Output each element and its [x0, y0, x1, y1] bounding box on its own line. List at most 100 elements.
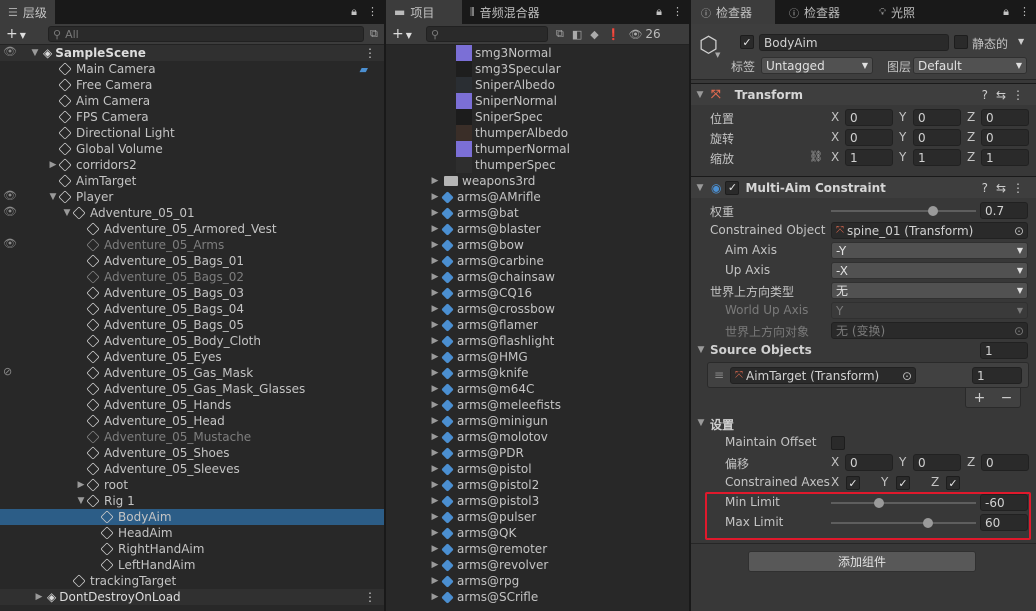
hierarchy-item[interactable]: Free Camera [0, 77, 384, 93]
add-dropdown-button[interactable]: + ▼ [6, 26, 34, 42]
constrain-proportions-link-icon[interactable]: ⛓︎ [809, 150, 823, 163]
chevron-down-icon[interactable]: ▼ [30, 48, 40, 58]
hierarchy-item[interactable]: RightHandAim [0, 541, 384, 557]
offset-z-field[interactable]: 0 [981, 454, 1029, 471]
project-model-item[interactable]: ▶ arms@pistol3 [386, 493, 689, 509]
tab-lighting[interactable]: 💡︎ 光照 [865, 0, 923, 24]
label-filter-icon[interactable]: ◆ [590, 28, 598, 41]
remove-item-button[interactable]: − [1001, 390, 1013, 406]
min-limit-slider-track[interactable] [831, 502, 976, 504]
search-by-type-icon[interactable]: ⧉ [556, 27, 564, 41]
hierarchy-item[interactable]: Adventure_05_Bags_04 [0, 301, 384, 317]
chevron-right-icon[interactable]: ▶ [430, 192, 440, 202]
presets-icon[interactable]: ⇆ [996, 181, 1006, 195]
project-model-item[interactable]: ▶ arms@meleefists [386, 397, 689, 413]
scene-menu-icon[interactable]: ⋮ [364, 46, 376, 60]
hierarchy-item[interactable]: Adventure_05_Bags_05 [0, 317, 384, 333]
help-icon[interactable]: ? [982, 181, 988, 195]
object-picker-icon[interactable]: ⊙ [1014, 224, 1024, 238]
chevron-right-icon[interactable]: ▶ [430, 224, 440, 234]
source-object-field[interactable]: ⤧ AimTarget (Transform) ⊙ [730, 367, 916, 384]
tab-inspector-2[interactable]: ⓘ 检查器 [775, 0, 865, 24]
min-limit-field[interactable]: -60 [980, 494, 1028, 511]
chevron-right-icon[interactable]: ▶ [430, 480, 440, 490]
project-folder-item[interactable]: ▶ weapons3rd [386, 173, 689, 189]
chevron-down-icon[interactable]: ▼ [62, 208, 72, 218]
project-model-item[interactable]: ▶ arms@HMG [386, 349, 689, 365]
chevron-down-icon[interactable]: ▼ [695, 183, 705, 193]
maintain-offset-checkbox[interactable] [831, 436, 845, 450]
max-limit-field[interactable]: 60 [980, 514, 1028, 531]
project-model-item[interactable]: ▶ arms@bow [386, 237, 689, 253]
active-checkbox[interactable]: ✓ [740, 35, 754, 49]
chevron-right-icon[interactable]: ▶ [430, 256, 440, 266]
transform-scale-y-field[interactable]: 1 [913, 149, 961, 166]
chevron-right-icon[interactable]: ▶ [76, 480, 86, 490]
max-limit-slider-track[interactable] [831, 522, 976, 524]
project-model-item[interactable]: ▶ arms@QK [386, 525, 689, 541]
hierarchy-item[interactable]: Global Volume [0, 141, 384, 157]
project-model-item[interactable]: ▶ arms@pistol [386, 461, 689, 477]
project-model-item[interactable]: ▶ arms@pulser [386, 509, 689, 525]
chevron-right-icon[interactable]: ▶ [430, 336, 440, 346]
chevron-down-icon[interactable]: ▼ [696, 345, 706, 355]
project-model-item[interactable]: ▶ arms@rpg [386, 573, 689, 589]
chevron-right-icon[interactable]: ▶ [430, 368, 440, 378]
visibility-eye-icon[interactable]: 👁︎ [3, 205, 19, 221]
project-model-item[interactable]: ▶ arms@m64C [386, 381, 689, 397]
hierarchy-item[interactable]: 👁︎ Adventure_05_Arms [0, 237, 384, 253]
object-picker-icon[interactable]: ⊙ [902, 369, 912, 383]
scene-row[interactable]: 👁︎ ▼ ◈ SampleScene ⋮ [0, 45, 384, 61]
tag-dropdown[interactable]: Untagged ▼ [761, 57, 873, 74]
chevron-right-icon[interactable]: ▶ [430, 464, 440, 474]
project-model-item[interactable]: ▶ arms@AMrifle [386, 189, 689, 205]
hierarchy-item[interactable]: ⊘ Adventure_05_Gas_Mask [0, 365, 384, 381]
hierarchy-item[interactable]: ▼ Rig 1 [0, 493, 384, 509]
hierarchy-item[interactable]: BodyAim [0, 509, 384, 525]
project-model-item[interactable]: ▶ arms@PDR [386, 445, 689, 461]
multi-aim-header[interactable]: ▼ ◉ ✓ Multi-Aim Constraint ? ⇆ ⋮ [691, 176, 1036, 198]
project-model-item[interactable]: ▶ arms@chainsaw [386, 269, 689, 285]
chevron-right-icon[interactable]: ▶ [430, 432, 440, 442]
source-count-field[interactable]: 1 [980, 342, 1028, 359]
more-menu-icon[interactable]: ⋮ [367, 5, 378, 19]
more-menu-icon[interactable]: ⋮ [1019, 5, 1030, 19]
info-icon[interactable]: ❗ [607, 28, 621, 41]
constrained-object-field[interactable]: ⤧ spine_01 (Transform) ⊙ [831, 222, 1028, 239]
chevron-right-icon[interactable]: ▶ [430, 240, 440, 250]
hierarchy-item[interactable]: HeadAim [0, 525, 384, 541]
hierarchy-item[interactable]: Adventure_05_Mustache [0, 429, 384, 445]
more-menu-icon[interactable]: ⋮ [672, 5, 683, 19]
project-model-item[interactable]: ▶ arms@remoter [386, 541, 689, 557]
visibility-eye-icon[interactable]: 👁︎ [3, 45, 19, 61]
presets-icon[interactable]: ⇆ [996, 88, 1006, 102]
project-texture-item[interactable]: smg3Specular [386, 61, 689, 77]
tab-project[interactable]: ▬ 项目 [386, 0, 462, 24]
chevron-right-icon[interactable]: ▶ [430, 528, 440, 538]
project-texture-item[interactable]: smg3Normal [386, 45, 689, 61]
hierarchy-item[interactable]: LeftHandAim [0, 557, 384, 573]
project-model-item[interactable]: ▶ arms@carbine [386, 253, 689, 269]
visibility-eye-icon[interactable]: 👁︎ [3, 237, 19, 253]
world-up-type-dropdown[interactable]: 无 ▼ [831, 282, 1028, 299]
component-menu-icon[interactable]: ⋮ [1012, 88, 1024, 102]
project-model-item[interactable]: ▶ arms@revolver [386, 557, 689, 573]
hierarchy-item[interactable]: Adventure_05_Body_Cloth [0, 333, 384, 349]
weight-slider-knob[interactable] [927, 206, 938, 216]
dontdestroy-row[interactable]: ▶ ◈ DontDestroyOnLoad ⋮ [0, 589, 384, 605]
hierarchy-search-input[interactable]: ⚲ All [48, 26, 364, 42]
chevron-right-icon[interactable]: ▶ [430, 560, 440, 570]
chevron-right-icon[interactable]: ▶ [430, 496, 440, 506]
hierarchy-item[interactable]: Adventure_05_Gas_Mask_Glasses [0, 381, 384, 397]
hierarchy-item[interactable]: 👁︎ ▼ Player [0, 189, 384, 205]
chevron-right-icon[interactable]: ▶ [430, 416, 440, 426]
axis-z-checkbox[interactable]: ✓ [946, 476, 960, 490]
transform-position-y-field[interactable]: 0 [913, 109, 961, 126]
tab-audio-mixer[interactable]: ⫼ 音频混合器 [462, 0, 548, 24]
chevron-down-icon[interactable]: ▼ [76, 496, 86, 506]
hierarchy-item[interactable]: Adventure_05_Sleeves [0, 461, 384, 477]
lock-icon[interactable]: 🔒︎ [351, 5, 357, 19]
search-options-icon[interactable]: ⧉ [370, 27, 378, 41]
chevron-right-icon[interactable]: ▶ [430, 512, 440, 522]
hierarchy-item[interactable]: Adventure_05_Head [0, 413, 384, 429]
